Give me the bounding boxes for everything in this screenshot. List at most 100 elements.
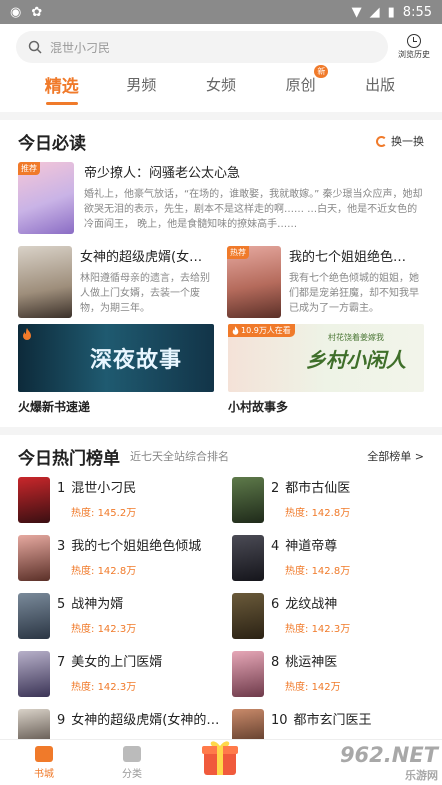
book-title: 10 都市玄门医王 [271, 713, 372, 728]
book-title: 3 我的七个姐姐绝色倾城 [57, 539, 202, 554]
book-description: 婚礼上，他豪气放话，“在场的，谁敢娶，我就敢嫁。” 秦少璟当众应声，她却欲哭无泪… [84, 189, 423, 230]
section-title-hot: 今日热门榜单 [18, 448, 120, 469]
book-cover [232, 651, 264, 697]
tab-featured[interactable]: 精选 [22, 72, 102, 105]
tab-male[interactable]: 男频 [102, 74, 182, 95]
fire-icon [232, 326, 239, 335]
sync-icon: ✿ [31, 4, 43, 20]
book-title: 5 战神为婿 [57, 597, 124, 612]
new-badge: 新 [314, 64, 329, 78]
search-placeholder: 混世小刁民 [50, 40, 111, 55]
book-title: 6 龙纹战神 [271, 597, 338, 612]
watermark-logo: 962.NET 乐游网 [339, 743, 438, 782]
book-title: 7 美女的上门医婿 [57, 655, 163, 670]
ranking-item[interactable]: 8 桃运神医 热度: 142万 [232, 651, 440, 709]
heat-value: 热度: 142.8万 [285, 566, 351, 577]
viewers-badge: 10.9万人在看 [228, 324, 295, 337]
book-cover [232, 477, 264, 523]
ranking-item[interactable]: 6 龙纹战神热度: 142.3万 [232, 593, 440, 651]
history-label: 浏览历史 [398, 50, 430, 59]
battery-icon: ▮ [387, 4, 395, 20]
rank-number: 6 [271, 597, 280, 612]
banner-text: 深夜故事 [89, 348, 182, 373]
rank-number: 7 [57, 655, 66, 670]
refresh-button[interactable]: 换一换 [376, 133, 424, 149]
gift-icon[interactable] [198, 735, 242, 777]
book-title: 我的七个姐姐绝色倾城 [289, 250, 417, 265]
history-button[interactable]: 浏览历史 [394, 34, 434, 60]
rank-number: 5 [57, 597, 66, 612]
fire-icon [23, 328, 31, 340]
nav-bookstore[interactable]: 书城 [0, 745, 88, 780]
rank-number: 4 [271, 539, 280, 554]
book-title: 1 混世小刁民 [57, 481, 137, 496]
clock-icon [407, 34, 421, 48]
tab-publish[interactable]: 出版 [340, 74, 420, 95]
signal-icon: ◢ [369, 4, 380, 20]
banner-night-stories[interactable]: 深夜故事 火爆新书速递 [18, 324, 214, 415]
banner-text: 乡村小闲人 [306, 347, 406, 372]
clock-time: 8:55 [402, 4, 432, 20]
book-card[interactable]: 女神的超级虎婿(女神的上门贵婿) 林阳遵循母亲的遗言，去给别人做上门女婿，去装一… [18, 246, 215, 320]
ranking-item[interactable]: 2 都市古仙医热度: 142.8万 [232, 477, 440, 535]
ranking-list: 1 混世小刁民 热度: 145.2万 2 都市古仙医 热度: 142.8万 3 我的七个姐姐绝… [0, 477, 442, 767]
rank-number: 9 [57, 713, 66, 728]
category-tabs: 精选 男频 女频 原创新 出版 [0, 64, 442, 105]
ranking-item[interactable]: 3 我的七个姐姐绝色倾城热度: 142.8万 [18, 535, 226, 593]
book-cover [18, 535, 50, 581]
book-card[interactable]: 热荐 我的七个姐姐绝色倾城 我有七个绝色倾城的姐姐，她们都是宠弟狂魔，却不知我早… [227, 246, 424, 320]
book-cover [18, 651, 50, 697]
book-title: 帝少撩人：闷骚老公太心急 [84, 166, 241, 181]
rank-number: 3 [57, 539, 66, 554]
book-description: 我有七个绝色倾城的姐姐，她们都是宠弟狂魔，却不知我早已成为了一方霸主。 [289, 273, 419, 314]
book-title: 8 桃运神医 [271, 655, 338, 670]
hot-tag: 热荐 [227, 246, 249, 259]
section-subtitle: 近七天全站综合排名 [130, 450, 229, 463]
book-description: 林阳遵循母亲的遗言，去给别人做上门女婿，去装一个废物，为期三年。 [80, 273, 210, 314]
nav-category[interactable]: 分类 [88, 745, 176, 780]
heat-value: 热度: 142.8万 [285, 508, 351, 519]
heat-value: 热度: 145.2万 [71, 508, 137, 519]
heat-value: 热度: 142.8万 [71, 566, 137, 577]
recommend-tag: 推荐 [18, 162, 40, 175]
ranking-item[interactable]: 5 战神为婿热度: 142.3万 [18, 593, 226, 651]
book-title: 4 神道帝尊 [271, 539, 338, 554]
location-icon: ◉ [10, 4, 22, 20]
refresh-icon [376, 135, 387, 147]
book-cover: 热荐 [227, 246, 281, 318]
book-cover [18, 593, 50, 639]
ranking-item[interactable]: 4 神道帝尊热度: 142.8万 [232, 535, 440, 593]
book-cover [232, 535, 264, 581]
wifi-icon: ▼ [351, 4, 362, 20]
rank-number: 2 [271, 481, 280, 496]
section-title-today: 今日必读 [18, 133, 86, 154]
book-cover [18, 246, 72, 318]
rank-number: 8 [271, 655, 280, 670]
status-bar: ◉ ✿ ▼ ◢ ▮ 8:55 [0, 0, 442, 24]
ranking-item[interactable]: 7 美女的上门医婿热度: 142.3万 [18, 651, 226, 709]
book-cover: 推荐 [18, 162, 74, 234]
featured-book[interactable]: 推荐 帝少撩人：闷骚老公太心急 婚礼上，他豪气放话，“在场的，谁敢娶，我就敢嫁。… [0, 162, 442, 240]
rank-number: 10 [271, 713, 288, 728]
book-title: 女神的超级虎婿(女神的上门贵婿) [80, 250, 208, 265]
banner-village-stories[interactable]: 10.9万人在看 村花饶着姜嫁我 乡村小闲人 小村故事多 [228, 324, 424, 415]
banner-subtext: 村花饶着姜嫁我 [328, 333, 384, 342]
tab-original[interactable]: 原创新 [261, 64, 341, 95]
tab-female[interactable]: 女频 [181, 74, 261, 95]
search-bar[interactable]: 混世小刁民 [16, 31, 388, 63]
search-icon [28, 40, 42, 54]
rank-number: 1 [57, 481, 66, 496]
ranking-item[interactable]: 1 混世小刁民热度: 145.2万 [18, 477, 226, 535]
book-cover [18, 477, 50, 523]
home-icon [35, 745, 53, 762]
banner-caption: 小村故事多 [228, 400, 289, 414]
book-title: 2 都市古仙医 [271, 481, 351, 496]
heat-value: 热度: 142.3万 [71, 682, 137, 693]
banner-caption: 火爆新书速递 [18, 400, 91, 414]
heat-value: 热度: 142.3万 [285, 624, 351, 635]
all-rankings-link[interactable]: 全部榜单 > [367, 448, 424, 464]
grid-icon [123, 745, 141, 762]
book-title: 9女神的超级虎婿(女神的上门贵婿) [57, 713, 226, 728]
book-cover [232, 593, 264, 639]
heat-value: 热度: 142.3万 [71, 624, 137, 635]
